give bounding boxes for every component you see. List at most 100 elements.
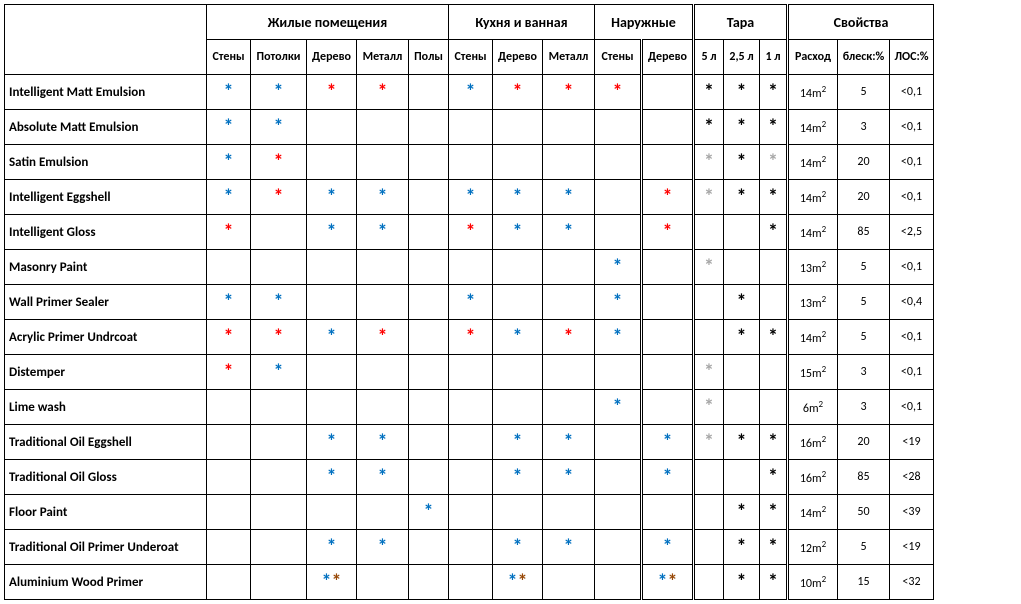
cell: * xyxy=(493,460,543,495)
product-name: Traditional Oil Gloss xyxy=(5,460,207,495)
cell xyxy=(449,460,493,495)
prop-gloss: 5 xyxy=(838,250,890,285)
cell: * xyxy=(543,530,595,565)
subheader: Потолки xyxy=(251,40,307,75)
cell: * xyxy=(207,215,251,250)
cell: * xyxy=(760,75,788,110)
cell: * xyxy=(543,460,595,495)
prop-voc: <0,1 xyxy=(890,180,934,215)
cell: * xyxy=(724,110,760,145)
cell: * xyxy=(251,145,307,180)
cell xyxy=(642,390,694,425)
cell xyxy=(449,565,493,600)
prop-gloss: 85 xyxy=(838,460,890,495)
cell xyxy=(724,355,760,390)
cell: * xyxy=(207,285,251,320)
cell: * xyxy=(760,565,788,600)
prop-voc: <0,1 xyxy=(890,250,934,285)
cell: * xyxy=(543,75,595,110)
cell: * xyxy=(357,530,409,565)
cell xyxy=(595,180,642,215)
prop-voc: <32 xyxy=(890,565,934,600)
subheader: Стены xyxy=(595,40,642,75)
cell xyxy=(207,460,251,495)
cell xyxy=(207,425,251,460)
table-row: Traditional Oil Primer Underoat*******12… xyxy=(5,530,934,565)
prop-gloss: 50 xyxy=(838,495,890,530)
table-row: Floor Paint***14m250<39 xyxy=(5,495,934,530)
group-living: Жилые помещения xyxy=(207,5,449,40)
cell xyxy=(642,110,694,145)
cell xyxy=(307,285,357,320)
prop-coverage: 14m2 xyxy=(788,75,838,110)
cell xyxy=(251,565,307,600)
prop-voc: <0,1 xyxy=(890,110,934,145)
prop-gloss: 3 xyxy=(838,110,890,145)
cell xyxy=(694,565,724,600)
product-name: Intelligent Eggshell xyxy=(5,180,207,215)
cell: * xyxy=(642,425,694,460)
prop-voc: <0,1 xyxy=(890,390,934,425)
prop-gloss: 5 xyxy=(838,285,890,320)
product-name: Traditional Oil Primer Underoat xyxy=(5,530,207,565)
header-group-row: Жилые помещения Кухня и ванная Наружные … xyxy=(5,5,934,40)
cell xyxy=(493,285,543,320)
product-name: Distemper xyxy=(5,355,207,390)
subheader: Металл xyxy=(543,40,595,75)
cell xyxy=(543,110,595,145)
cell: * xyxy=(307,460,357,495)
prop-voc: <28 xyxy=(890,460,934,495)
cell: * xyxy=(251,110,307,145)
prop-voc: <2,5 xyxy=(890,215,934,250)
cell: * xyxy=(493,530,543,565)
cell xyxy=(449,495,493,530)
subheader: Стены xyxy=(207,40,251,75)
cell xyxy=(251,250,307,285)
cell: * xyxy=(449,215,493,250)
product-name: Intelligent Gloss xyxy=(5,215,207,250)
prop-voc: <0,1 xyxy=(890,320,934,355)
cell xyxy=(251,530,307,565)
cell xyxy=(251,390,307,425)
cell xyxy=(642,145,694,180)
prop-voc: <19 xyxy=(890,530,934,565)
cell: * xyxy=(760,180,788,215)
prop-gloss: 5 xyxy=(838,530,890,565)
subheader: ЛОС:% xyxy=(890,40,934,75)
cell xyxy=(307,390,357,425)
cell: * xyxy=(595,390,642,425)
cell xyxy=(307,145,357,180)
cell: * xyxy=(694,75,724,110)
cell: * xyxy=(724,320,760,355)
cell: * xyxy=(642,530,694,565)
cell xyxy=(357,390,409,425)
cell: * xyxy=(357,180,409,215)
group-pack: Тара xyxy=(694,5,788,40)
product-name: Intelligent Matt Emulsion xyxy=(5,75,207,110)
prop-gloss: 3 xyxy=(838,355,890,390)
cell xyxy=(493,355,543,390)
cell: * xyxy=(449,320,493,355)
cell: * xyxy=(724,565,760,600)
table-row: Acrylic Primer Undrcoat**********14m25<0… xyxy=(5,320,934,355)
cell xyxy=(357,145,409,180)
product-name: Floor Paint xyxy=(5,495,207,530)
cell: * xyxy=(724,180,760,215)
table-row: Intelligent Eggshell***********14m220<0,… xyxy=(5,180,934,215)
cell xyxy=(694,215,724,250)
cell xyxy=(409,355,449,390)
cell xyxy=(724,390,760,425)
table-row: Satin Emulsion*****14m220<0,1 xyxy=(5,145,934,180)
cell xyxy=(449,390,493,425)
cell: * xyxy=(760,425,788,460)
corner-cell xyxy=(5,5,207,75)
cell: * xyxy=(760,495,788,530)
cell: * xyxy=(595,250,642,285)
prop-coverage: 14m2 xyxy=(788,215,838,250)
cell: * xyxy=(307,320,357,355)
cell xyxy=(760,285,788,320)
cell: * xyxy=(595,285,642,320)
cell xyxy=(307,110,357,145)
cell xyxy=(694,460,724,495)
cell: * xyxy=(493,320,543,355)
